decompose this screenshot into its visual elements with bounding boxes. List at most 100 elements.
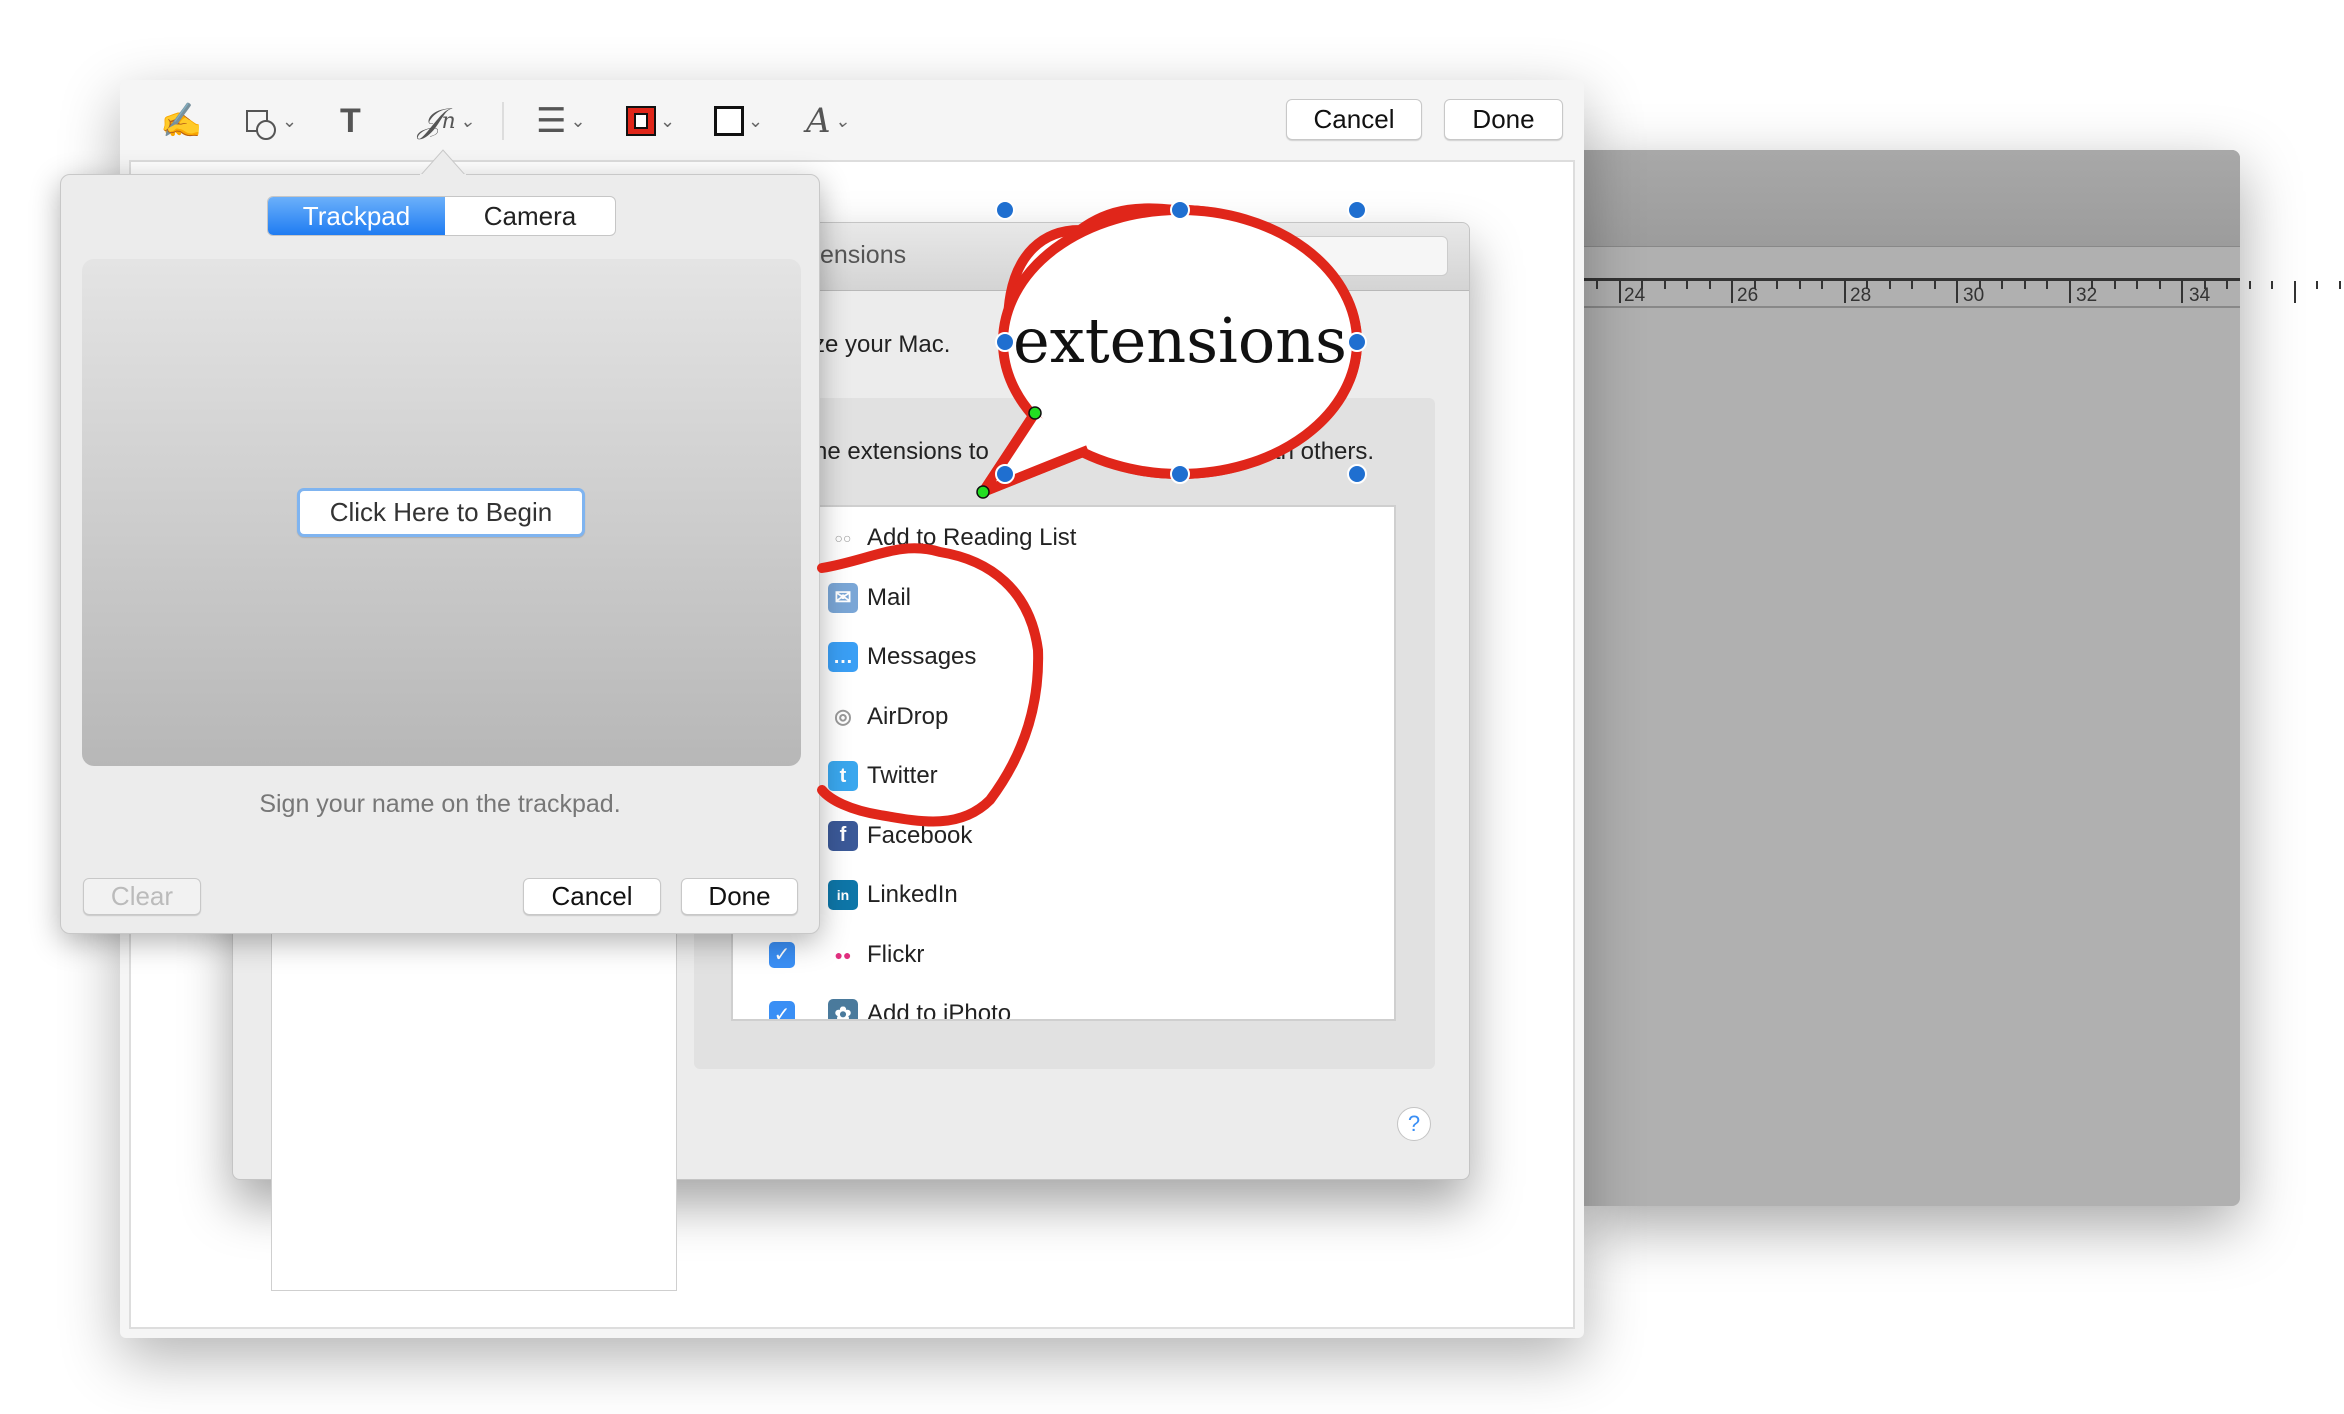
popover-cancel-button[interactable]: Cancel: [523, 878, 661, 915]
help-button[interactable]: ?: [1397, 1107, 1431, 1141]
ruler-tick: [2023, 281, 2026, 289]
ruler-tick: [2113, 281, 2116, 289]
share-extensions-list[interactable]: ○○ Add to Reading List ✉ Mail … Messages ◎ AirD…: [731, 505, 1396, 1021]
list-item[interactable]: ✓ ✿ Add to iPhoto: [733, 989, 1394, 1021]
checkbox[interactable]: ✓: [769, 941, 795, 968]
facebook-icon: f: [828, 820, 858, 851]
tab-camera[interactable]: Camera: [445, 197, 615, 235]
ruler-tick: [2248, 281, 2251, 289]
ruler-tick: [1686, 281, 1688, 289]
fill-color-icon[interactable]: ⌄: [714, 100, 763, 142]
background-window: 24 26 28 30 32 34: [1584, 150, 2341, 1206]
popover-arrow: [420, 149, 466, 176]
chevron-down-icon: ⌄: [459, 110, 475, 132]
ruler-label: 34: [2189, 285, 2211, 306]
twitter-icon: t: [828, 761, 858, 791]
checkbox[interactable]: ✓: [769, 1001, 795, 1019]
toolbar-cancel-button[interactable]: Cancel: [1286, 99, 1422, 140]
ruler-tick: [2338, 281, 2341, 289]
list-item-label: Flickr: [867, 940, 925, 968]
signature-hint: Sign your name on the trackpad.: [259, 790, 621, 818]
list-item[interactable]: f Facebook: [733, 811, 1394, 861]
background-window-titlebar: [1584, 150, 2240, 247]
ruler-tick: [1731, 281, 1733, 303]
popover-done-button[interactable]: Done: [681, 878, 798, 915]
text-icon[interactable]: T: [340, 100, 361, 142]
ruler-tick: [2293, 281, 2296, 303]
linkedin-icon: in: [828, 880, 858, 910]
ruler-tick: [2316, 281, 2318, 289]
ruler-label: 26: [1737, 285, 1759, 306]
ruler-tick: [1596, 281, 1598, 289]
line-style-icon[interactable]: ☰ ⌄: [536, 100, 586, 142]
ruler-tick: [1798, 281, 1801, 289]
iphoto-icon: ✿: [828, 999, 858, 1019]
list-item[interactable]: ✓ ●● Flickr: [733, 930, 1394, 980]
ruler-tick: [2181, 281, 2183, 303]
panel-description: he extensions to: [814, 438, 989, 465]
ruler-tick: [1618, 281, 1621, 303]
toolbar-divider: [502, 102, 504, 140]
chevron-down-icon: ⌄: [748, 110, 764, 131]
ruler-tick: [2158, 281, 2161, 289]
tab-trackpad[interactable]: Trackpad: [268, 197, 445, 235]
ruler-tick: [1821, 281, 1823, 289]
ruler: 24 26 28 30 32 34: [1584, 278, 2341, 308]
ruler-tick: [1663, 281, 1666, 289]
ruler-tick: [2046, 281, 2048, 289]
airdrop-icon: ◎: [828, 701, 858, 732]
border-color-icon[interactable]: ⌄: [626, 100, 675, 142]
prefs-subtitle: ze your Mac.: [813, 331, 951, 358]
list-item-label: Mail: [867, 583, 912, 611]
search-field[interactable]: h: [1291, 236, 1448, 276]
list-item-label: Add to Reading List: [867, 524, 1077, 551]
flickr-icon: ●●: [828, 939, 858, 970]
ruler-tick: [1843, 281, 1846, 303]
ruler-tick: [1956, 281, 1958, 303]
list-item[interactable]: ○○ Add to Reading List: [733, 513, 1394, 563]
list-item-label: Add to iPhoto: [867, 1000, 1012, 1021]
signature-popover: Trackpad Camera Click Here to Begin Sign…: [60, 174, 820, 934]
click-here-to-begin-button[interactable]: Click Here to Begin: [297, 488, 585, 537]
ruler-tick: [1888, 281, 1891, 289]
chevron-down-icon: ⌄: [834, 110, 850, 132]
list-item-label: LinkedIn: [867, 881, 958, 908]
list-item-label: AirDrop: [867, 702, 949, 730]
messages-icon: …: [828, 642, 858, 672]
ruler-label: 30: [1963, 285, 1985, 306]
list-item-label: Messages: [867, 643, 977, 670]
sketch-icon[interactable]: ✍: [160, 100, 202, 142]
ruler-tick: [2001, 281, 2003, 289]
list-item[interactable]: t Twitter: [733, 751, 1394, 801]
chevron-down-icon: ⌄: [282, 110, 298, 131]
list-item-label: Twitter: [867, 762, 938, 789]
ruler-tick: [1776, 281, 1778, 289]
mail-icon: ✉: [828, 582, 858, 613]
list-item-label: Facebook: [867, 821, 973, 849]
ruler-tick: [1933, 281, 1936, 289]
list-item[interactable]: ◎ AirDrop: [733, 692, 1394, 742]
clear-button[interactable]: Clear: [83, 878, 201, 915]
chevron-down-icon: ⌄: [660, 110, 676, 131]
panel-description-end: th others.: [1274, 438, 1375, 465]
reading-list-icon: ○○: [828, 523, 858, 553]
ruler-tick: [2271, 281, 2273, 289]
list-item[interactable]: in LinkedIn: [733, 870, 1394, 920]
sign-icon[interactable]: 𝒥n ⌄: [418, 100, 475, 142]
ruler-tick: [2136, 281, 2138, 289]
prefs-title: tensions: [813, 241, 907, 269]
signature-pad[interactable]: Click Here to Begin: [82, 259, 801, 766]
shapes-icon[interactable]: ⌄: [246, 100, 297, 142]
source-segmented-control: Trackpad Camera: [267, 196, 616, 236]
list-item[interactable]: … Messages: [733, 632, 1394, 682]
ruler-label: 32: [2076, 285, 2098, 306]
list-item[interactable]: ✉ Mail: [733, 573, 1394, 623]
text-style-icon[interactable]: A ⌄: [806, 100, 850, 142]
ruler-tick: [2068, 281, 2071, 303]
ruler-label: 24: [1624, 285, 1646, 306]
toolbar-done-button[interactable]: Done: [1444, 99, 1563, 140]
chevron-down-icon: ⌄: [570, 110, 586, 131]
ruler-tick: [1911, 281, 1913, 289]
ruler-label: 28: [1850, 285, 1872, 306]
ruler-tick: [1708, 281, 1711, 289]
